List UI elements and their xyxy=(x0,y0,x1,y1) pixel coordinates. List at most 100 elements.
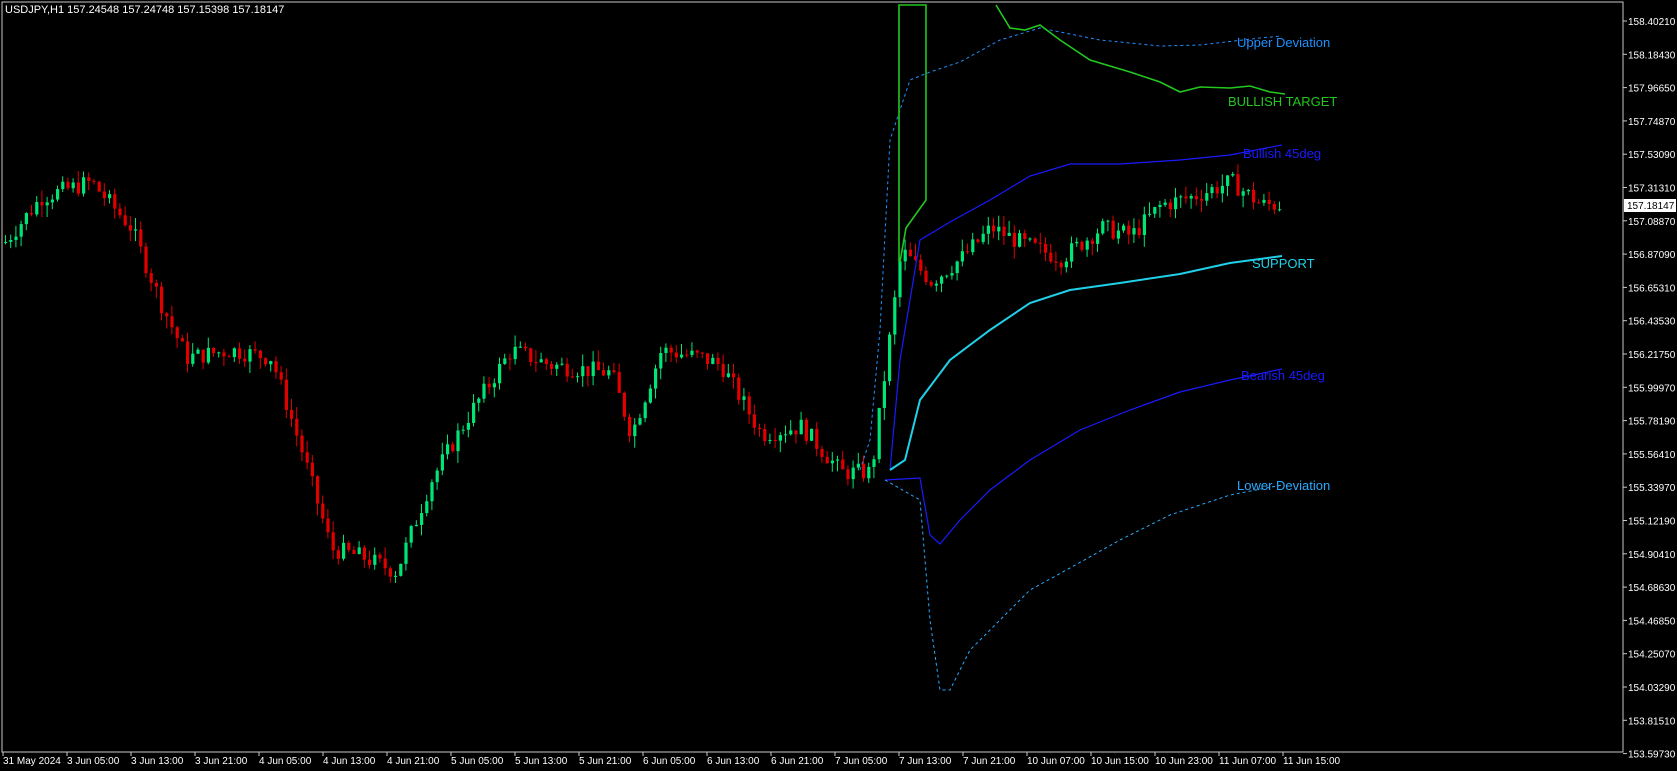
bear-candle xyxy=(628,416,632,437)
bear-candle xyxy=(622,392,626,417)
bear-candle xyxy=(976,239,980,242)
price-tick-label: 155.33970 xyxy=(1628,483,1676,494)
bear-candle xyxy=(274,361,278,373)
bull-candle xyxy=(768,440,772,442)
bullish-target-line xyxy=(898,4,927,263)
bear-candle xyxy=(815,428,819,449)
bull-candle xyxy=(638,418,642,425)
bear-candle xyxy=(368,559,372,565)
bull-candle xyxy=(690,350,694,355)
price-chart[interactable]: Upper Deviation BULLISH TARGET Bullish 4… xyxy=(0,0,1677,771)
bear-candle xyxy=(1033,238,1037,243)
bear-candle xyxy=(227,356,231,358)
bear-candle xyxy=(732,373,736,378)
bear-candle xyxy=(1194,196,1198,200)
bear-candle xyxy=(253,349,257,351)
bull-candle xyxy=(778,435,782,441)
bear-candle xyxy=(378,554,382,559)
bull-candle xyxy=(513,346,517,360)
bear-candle xyxy=(186,341,190,364)
bull-candle xyxy=(654,368,658,389)
bull-candle xyxy=(1189,196,1193,199)
bull-candle xyxy=(1096,233,1100,244)
bull-candle xyxy=(539,359,543,363)
price-tick-label: 153.59730 xyxy=(1628,750,1676,761)
bear-candle xyxy=(347,542,351,550)
bear-candle xyxy=(1200,199,1204,201)
bear-candle xyxy=(1168,202,1172,210)
bull-candle xyxy=(664,347,668,354)
bull-candle xyxy=(1122,225,1126,231)
bear-candle xyxy=(820,448,824,457)
bear-candle xyxy=(451,444,455,452)
bear-candle xyxy=(773,440,777,442)
bear-candle xyxy=(352,549,356,555)
bear-candle xyxy=(565,363,569,377)
bull-candle xyxy=(633,424,637,437)
price-tick-label: 157.31310 xyxy=(1628,184,1676,195)
time-tick-label: 31 May 2024 xyxy=(3,756,61,767)
bear-candle xyxy=(66,181,70,189)
bull-candle xyxy=(986,225,990,234)
bull-candle xyxy=(269,361,273,365)
bear-candle xyxy=(1215,187,1219,194)
bull-candle xyxy=(1028,238,1032,240)
bull-candle xyxy=(357,547,361,555)
time-tick-label: 7 Jun 21:00 xyxy=(963,756,1016,767)
bull-candle xyxy=(82,177,86,194)
bull-candle xyxy=(217,352,221,354)
bear-candle xyxy=(1049,252,1053,262)
bear-candle xyxy=(846,469,850,480)
bull-candle xyxy=(1231,174,1235,176)
bear-candle xyxy=(700,352,704,354)
bear-candle xyxy=(992,225,996,232)
bull-candle xyxy=(576,376,580,378)
time-tick-label: 10 Jun 15:00 xyxy=(1091,756,1149,767)
bull-candle xyxy=(1132,228,1136,235)
bullish-45deg-line xyxy=(889,144,1283,471)
chart-window[interactable]: Upper Deviation BULLISH TARGET Bullish 4… xyxy=(0,0,1677,771)
bull-candle xyxy=(435,470,439,483)
bear-candle xyxy=(1127,225,1131,235)
bear-candle xyxy=(1184,196,1188,199)
bear-candle xyxy=(222,352,226,357)
price-tick-label: 154.46850 xyxy=(1628,616,1676,627)
bear-candle xyxy=(154,282,158,287)
bear-candle xyxy=(165,313,169,317)
bull-candle xyxy=(581,366,585,377)
bull-candle xyxy=(877,407,881,460)
svg-text:157.18147: 157.18147 xyxy=(1627,201,1675,212)
price-tick-label: 153.81510 xyxy=(1628,716,1676,727)
price-tick-label: 156.87090 xyxy=(1628,250,1676,261)
bull-candle xyxy=(960,251,964,262)
bull-candle xyxy=(903,249,907,262)
bull-candle xyxy=(108,194,112,199)
bear-candle xyxy=(123,215,127,226)
bear-candle xyxy=(586,366,590,377)
bull-candle xyxy=(560,363,564,365)
bear-candle xyxy=(570,376,574,378)
bear-candle xyxy=(1111,220,1115,239)
price-tick-label: 158.40210 xyxy=(1628,17,1676,28)
bear-candle xyxy=(175,327,179,339)
bear-candle xyxy=(1090,240,1094,244)
bear-candle xyxy=(529,348,533,363)
bull-candle xyxy=(19,224,23,237)
bear-candle xyxy=(180,338,184,342)
bear-candle xyxy=(113,194,117,209)
price-tick-label: 157.74870 xyxy=(1628,117,1676,128)
price-tick-label: 155.99970 xyxy=(1628,383,1676,394)
bear-candle xyxy=(383,558,387,569)
bull-candle xyxy=(191,353,195,364)
bull-candle xyxy=(997,226,1001,232)
bull-candle xyxy=(867,466,871,479)
bear-candle xyxy=(76,182,80,194)
bull-candle xyxy=(981,233,985,242)
bull-candle xyxy=(399,563,403,576)
bull-candle xyxy=(940,276,944,284)
time-tick-label: 6 Jun 13:00 xyxy=(707,756,760,767)
bull-candle xyxy=(71,182,75,189)
bull-candle xyxy=(856,463,860,468)
time-tick-label: 3 Jun 21:00 xyxy=(195,756,248,767)
bull-candle xyxy=(1101,221,1105,234)
